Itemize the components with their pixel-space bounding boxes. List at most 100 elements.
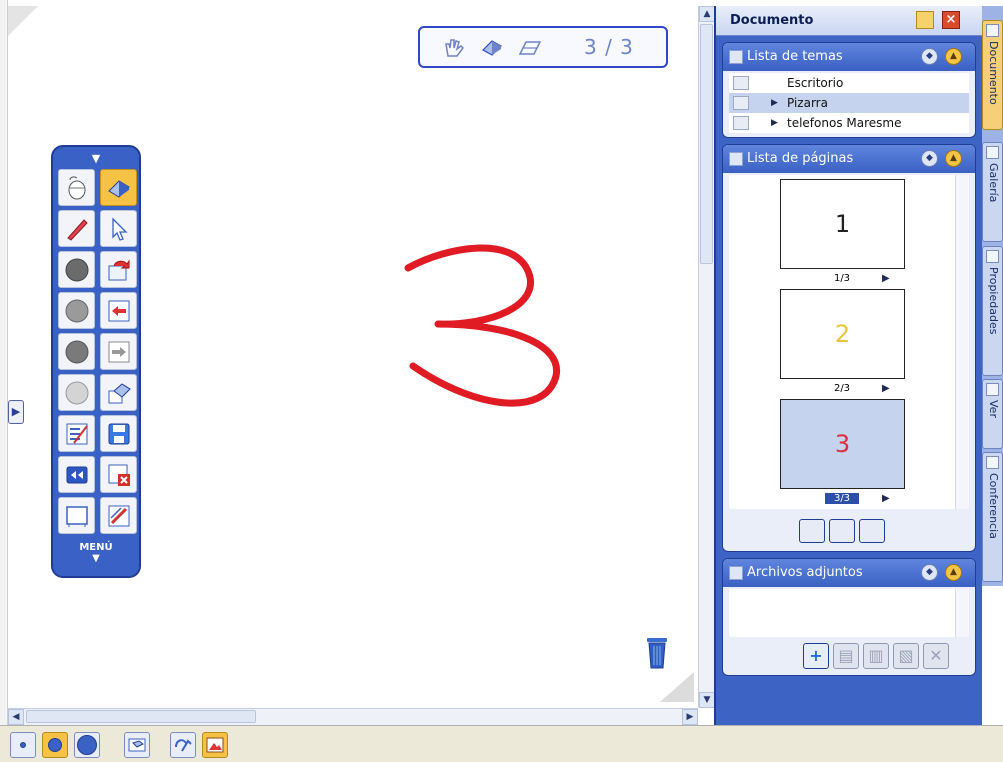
page-thumbnail[interactable]: 2 (780, 289, 905, 379)
menu-arrow-icon[interactable]: ▲ (945, 150, 962, 167)
floating-toolbar: ▼ MENÚ ▼ (51, 145, 141, 578)
desktop-icon (733, 76, 749, 90)
topic-list-header: Lista de temas ◆ ▲ (723, 43, 975, 71)
topic-list-icon (729, 50, 743, 64)
topic-label: Escritorio (787, 76, 844, 90)
paste-attachment-button[interactable]: ▥ (863, 643, 889, 669)
scroll-up-button[interactable]: ▲ (699, 6, 715, 22)
gallery-tool-button[interactable] (202, 732, 228, 758)
paperclip-icon (729, 566, 743, 580)
expand-arrow-icon[interactable]: ▶ (771, 113, 778, 133)
pen-settings-icon[interactable] (100, 497, 137, 534)
large-pen-size-button[interactable] (74, 732, 100, 758)
page-menu-arrow-icon[interactable]: ▶ (882, 273, 890, 284)
topic-item-pizarra[interactable]: ▶ Pizarra (729, 93, 969, 113)
scroll-down-button[interactable]: ▼ (699, 692, 715, 708)
attachments-list[interactable] (729, 589, 969, 637)
page-menu-arrow-icon[interactable]: ▶ (882, 383, 890, 394)
pages-scrollbar[interactable] (955, 175, 969, 509)
page-thumbnail-selected[interactable]: 3 (780, 399, 905, 489)
previous-page-icon[interactable] (100, 292, 137, 329)
eraser-clear-icon[interactable] (100, 374, 137, 411)
gallery-icon (986, 146, 999, 159)
page-label: 1/3 (833, 273, 851, 284)
page-curl-corner[interactable] (660, 672, 694, 702)
new-page-icon[interactable] (518, 36, 542, 58)
color-light-icon[interactable] (58, 374, 95, 411)
copy-attachment-button[interactable]: ▤ (833, 643, 859, 669)
attachments-scrollbar[interactable] (955, 589, 969, 637)
save-icon[interactable] (100, 415, 137, 452)
page-list-title: Lista de páginas (747, 151, 854, 166)
scroll-left-button[interactable]: ◀ (8, 709, 24, 725)
edit-attachment-button[interactable]: ▧ (893, 643, 919, 669)
page-view-buttons (799, 519, 885, 543)
menu-arrow-icon[interactable]: ▲ (945, 564, 962, 581)
link-tool-button[interactable] (170, 732, 196, 758)
tab-label: Propiedades (987, 267, 1000, 335)
eraser-tool-icon[interactable] (100, 169, 137, 206)
canvas-horizontal-scrollbar[interactable]: ◀ ▶ (8, 708, 698, 725)
color-grey-icon[interactable] (58, 292, 95, 329)
page-menu-arrow-icon[interactable]: ▶ (882, 493, 890, 504)
app-window: { "canvas": { "page_counter": "3 / 3", "… (0, 0, 1003, 762)
screen-capture-button[interactable] (124, 732, 150, 758)
scroll-right-button[interactable]: ▶ (682, 709, 698, 725)
rewind-icon[interactable] (58, 456, 95, 493)
topic-label: Pizarra (787, 96, 828, 110)
page-curl-corner[interactable] (8, 6, 38, 36)
small-pen-size-button[interactable] (10, 732, 36, 758)
menu-arrow-icon[interactable]: ▲ (945, 48, 962, 65)
eraser-icon[interactable] (480, 36, 504, 58)
expand-arrow-icon[interactable]: ▶ (771, 93, 778, 113)
menu-label: MENÚ (79, 542, 113, 553)
page-number: 2 (834, 320, 851, 348)
topic-item-escritorio[interactable]: Escritorio (729, 73, 969, 93)
delete-attachment-button[interactable]: ✕ (923, 643, 949, 669)
tab-galeria[interactable]: Galería (982, 142, 1003, 242)
landscape-view-button[interactable] (859, 519, 885, 543)
delete-page-icon[interactable] (100, 456, 137, 493)
topic-list: Escritorio ▶ Pizarra ▶ telefonos Maresme (729, 73, 969, 133)
hand-icon[interactable] (442, 36, 466, 58)
page-navigation-bar: 3 / 3 (418, 26, 668, 68)
canvas-vertical-scrollbar[interactable]: ▲ ▼ (698, 6, 715, 708)
redo-icon[interactable] (100, 251, 137, 288)
spreadsheet-icon (733, 116, 749, 130)
close-button[interactable]: × (942, 11, 960, 29)
pointer-tool-icon[interactable] (100, 210, 137, 247)
tab-conferencia[interactable]: Conferencia (982, 452, 1003, 582)
tab-ver[interactable]: Ver (982, 379, 1003, 449)
topic-label: telefonos Maresme (787, 116, 902, 130)
properties-icon (986, 250, 999, 263)
menu-button[interactable]: MENÚ ▼ (58, 542, 134, 564)
pin-icon[interactable] (916, 11, 934, 29)
scroll-thumb[interactable] (700, 24, 713, 264)
pen-tool-icon[interactable] (58, 210, 95, 247)
topic-list-title: Lista de temas (747, 49, 843, 64)
scroll-thumb[interactable] (26, 710, 256, 723)
tab-documento[interactable]: Documento (982, 20, 1003, 130)
expand-collapse-icon[interactable]: ◆ (921, 564, 938, 581)
square-view-button[interactable] (829, 519, 855, 543)
portrait-view-button[interactable] (799, 519, 825, 543)
page-counter: 3 / 3 (584, 35, 634, 59)
blank-page-icon[interactable] (58, 497, 95, 534)
expand-collapse-icon[interactable]: ◆ (921, 150, 938, 167)
page-thumbnail[interactable]: 1 (780, 179, 905, 269)
large-dot-icon (77, 735, 97, 755)
medium-pen-size-button[interactable] (42, 732, 68, 758)
trash-icon[interactable] (646, 636, 668, 670)
expand-collapse-icon[interactable]: ◆ (921, 48, 938, 65)
color-dark-icon[interactable] (58, 251, 95, 288)
next-page-icon[interactable] (100, 333, 137, 370)
tab-propiedades[interactable]: Propiedades (982, 246, 1003, 376)
add-attachment-button[interactable]: + (803, 643, 829, 669)
color-darkgrey-icon[interactable] (58, 333, 95, 370)
collapse-toolbar-button[interactable]: ▼ (58, 153, 134, 167)
line-style-icon[interactable] (58, 415, 95, 452)
mouse-tool-icon[interactable] (58, 169, 95, 206)
topic-item-telefonos[interactable]: ▶ telefonos Maresme (729, 113, 969, 133)
topic-list-section: Lista de temas ◆ ▲ Escritorio ▶ Pizarra … (722, 42, 976, 138)
expand-side-button[interactable]: ▶ (8, 400, 24, 424)
